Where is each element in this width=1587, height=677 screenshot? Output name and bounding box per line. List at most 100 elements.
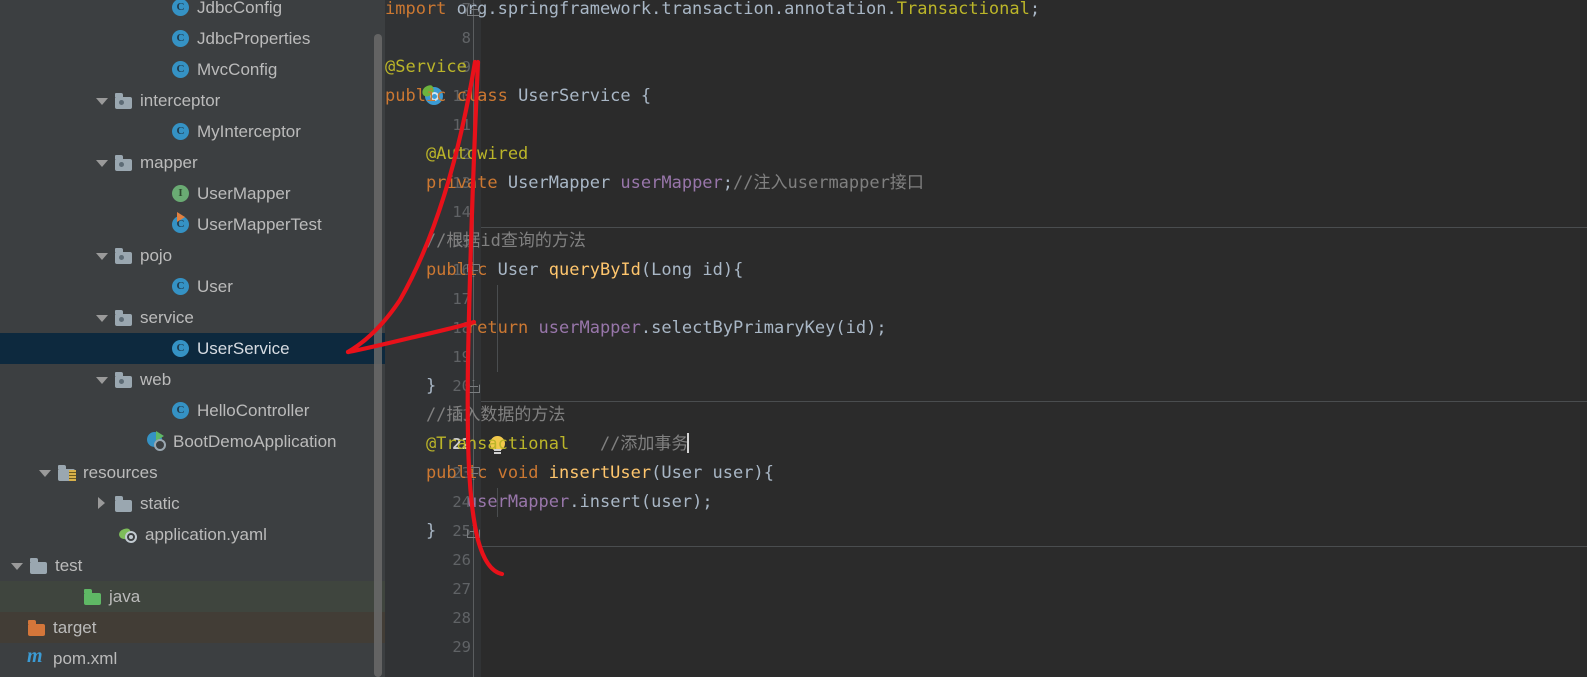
class-icon [171, 29, 191, 49]
code-token: //注入usermapper接口 [733, 173, 924, 193]
tree-node-java[interactable]: java [0, 581, 385, 612]
tree-node-static[interactable]: static [0, 488, 385, 519]
line-number-11: 11 [452, 116, 471, 134]
code-token: { [640, 86, 652, 106]
tree-node-label: service [140, 307, 194, 327]
tree-node-label: MyInterceptor [197, 121, 301, 141]
tree-node-label: UserService [197, 338, 290, 358]
indent-guide [497, 488, 498, 517]
code-token: //根据id查询的方法 [385, 231, 586, 251]
code-token: userMapper [620, 173, 723, 193]
code-token: public void [385, 463, 549, 483]
resources-folder-icon [57, 463, 77, 483]
code-line-18[interactable]: return userMapper.selectByPrimaryKey(id)… [385, 314, 887, 343]
tree-node-mvcconfig[interactable]: MvcConfig [0, 54, 385, 85]
code-token: ); [866, 318, 887, 338]
line-number-14: 14 [452, 203, 471, 221]
tree-node-interceptor[interactable]: interceptor [0, 85, 385, 116]
code-token: return [385, 318, 539, 338]
code-token: UserMapper [507, 173, 621, 193]
tree-node-label: interceptor [140, 90, 221, 110]
tree-node-mapper[interactable]: mapper [0, 147, 385, 178]
code-line-25[interactable]: } [385, 517, 436, 546]
chevron-down-icon[interactable] [95, 156, 109, 170]
tree-node-myinterceptor[interactable]: MyInterceptor [0, 116, 385, 147]
tree-node-jdbcproperties[interactable]: JdbcProperties [0, 23, 385, 54]
tree-node-user[interactable]: User [0, 271, 385, 302]
code-line-10[interactable]: public class UserService { [385, 82, 651, 111]
code-token: userMapper [385, 492, 570, 512]
chevron-down-icon[interactable] [95, 94, 109, 108]
code-token: queryById [548, 260, 641, 280]
class-icon [171, 401, 191, 421]
code-line-9[interactable]: @Service [385, 53, 467, 82]
class-icon [171, 60, 191, 80]
code-token: ); [692, 492, 713, 512]
code-line-13[interactable]: private UserMapper userMapper;//注入userma… [385, 169, 924, 198]
tree-node-service[interactable]: service [0, 302, 385, 333]
tree-node-label: UserMapperTest [197, 214, 322, 234]
chevron-down-icon[interactable] [95, 249, 109, 263]
sidebar-vertical-scrollbar[interactable] [374, 34, 382, 677]
code-line-23[interactable]: public void insertUser(User user){ [385, 459, 774, 488]
code-line-24[interactable]: userMapper.insert(user); [385, 488, 713, 517]
tree-node-userservice[interactable]: UserService [0, 333, 385, 364]
tree-node-hellocontroller[interactable]: HelloController [0, 395, 385, 426]
line-number-8: 8 [461, 29, 471, 47]
tree-node-label: web [140, 369, 172, 389]
tree-node-pojo[interactable]: pojo [0, 240, 385, 271]
chevron-right-icon[interactable] [95, 496, 109, 511]
tree-node-label: BootDemoApplication [173, 431, 337, 451]
code-token: @Autowired [385, 144, 529, 164]
code-token: ; [1029, 0, 1041, 19]
code-editor[interactable]: 7 8 9 10 11 12 13 14 15 16 17 18 19 20 21 22 23 24 25 26 27 2… [385, 0, 1587, 677]
chevron-down-icon[interactable] [38, 466, 52, 480]
chevron-down-icon[interactable] [10, 559, 24, 573]
tree-node-application-yaml[interactable]: application.yaml [0, 519, 385, 550]
chevron-down-icon[interactable] [95, 311, 109, 325]
tree-node-label: java [109, 586, 141, 606]
code-token: User [497, 260, 549, 280]
code-token: ( [835, 318, 846, 338]
tree-node-pom-xml[interactable]: pom.xml [0, 643, 385, 674]
tree-node-label: JdbcConfig [197, 0, 283, 17]
tree-node-test[interactable]: test [0, 550, 385, 581]
tree-node-label: pojo [140, 245, 173, 265]
tree-node-web[interactable]: web [0, 364, 385, 395]
tree-node-bootdemoapplication[interactable]: BootDemoApplication [0, 426, 385, 457]
folder-icon [29, 556, 49, 576]
code-token: . [569, 492, 580, 512]
code-line-15[interactable]: //根据id查询的方法 [385, 227, 586, 256]
code-line-12[interactable]: @Autowired [385, 140, 528, 169]
chevron-down-icon[interactable] [95, 373, 109, 387]
method-separator [481, 546, 1587, 547]
tree-node-label: HelloController [197, 400, 310, 420]
package-folder-icon [114, 246, 134, 266]
code-line-16[interactable]: public User queryById(Long id){ [385, 256, 743, 285]
code-token: @Service [385, 57, 467, 77]
indent-guide [497, 285, 498, 372]
code-token: ) [722, 260, 734, 280]
code-line-7[interactable]: import org.springframework.transaction.a… [385, 0, 1040, 24]
code-line-20[interactable]: } [385, 372, 436, 401]
code-token: . [640, 318, 652, 338]
code-token: insertUser [548, 463, 652, 483]
tree-node-target[interactable]: target [0, 612, 385, 643]
spring-boot-app-icon [147, 430, 167, 452]
tree-node-usermapper[interactable]: UserMapper [0, 178, 385, 209]
line-number-29: 29 [452, 638, 471, 656]
tree-node-resources[interactable]: resources [0, 457, 385, 488]
tree-node-jdbcconfig[interactable]: JdbcConfig [0, 0, 385, 23]
text-caret [687, 433, 690, 453]
line-number-17: 17 [452, 290, 471, 308]
code-line-21[interactable]: //插入数据的方法 [385, 401, 565, 430]
source-folder-icon [83, 587, 103, 607]
tree-node-usermappertest[interactable]: UserMapperTest [0, 209, 385, 240]
project-tool-window[interactable]: JdbcConfig JdbcProperties MvcConfig interce… [0, 0, 385, 677]
code-line-22[interactable]: @Transactional //添加事务 [385, 430, 690, 459]
